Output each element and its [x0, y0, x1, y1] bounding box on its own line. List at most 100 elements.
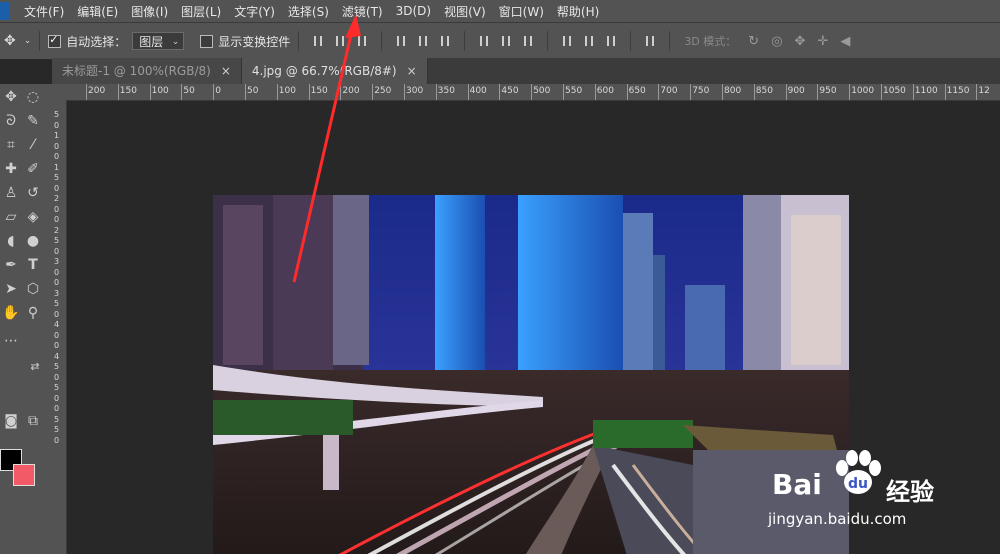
screen-mode-icon[interactable]: ⧉: [22, 410, 44, 432]
move-tool-icon[interactable]: ✥: [0, 86, 22, 108]
menu-type[interactable]: 文字(Y): [234, 3, 275, 20]
rotate-3d-icon[interactable]: ↻: [748, 34, 759, 49]
pen-tool-icon[interactable]: ✒: [0, 254, 22, 276]
ruler-tick: [626, 84, 628, 100]
ruler-tick-label: 450: [501, 86, 519, 96]
show-transform-checkbox[interactable]: [200, 34, 214, 48]
align-top-icon[interactable]: [312, 34, 324, 48]
ruler-tick-label: 150: [310, 86, 328, 96]
ruler-tick-label: 950: [819, 86, 837, 96]
auto-select-dropdown[interactable]: 图层 ⌄: [132, 32, 185, 50]
background-color-swatch[interactable]: [13, 464, 35, 486]
distribute-left-icon[interactable]: [561, 34, 573, 48]
paint-bucket-tool-icon[interactable]: ◈: [22, 206, 44, 228]
ruler-tick-label: 50: [247, 86, 259, 96]
eraser-tool-icon[interactable]: ▱: [0, 206, 22, 228]
close-icon[interactable]: ×: [407, 64, 417, 78]
ruler-tick: [881, 84, 882, 100]
menu-filter[interactable]: 滤镜(T): [342, 3, 383, 20]
tools-panel: ✥ ◌ ᘐ ✎ ⌗ ⁄ ✚ ✐ ♙ ↺ ▱ ◈ ◖ ● ✒ T ➤ ⬡ ✋ ⚲ …: [0, 84, 53, 554]
ruler-tick: [117, 84, 119, 100]
history-brush-tool-icon[interactable]: ↺: [22, 182, 44, 204]
align-horizontal-center-icon[interactable]: [417, 34, 429, 48]
ruler-tick: [817, 84, 819, 100]
ruler-tick-label: 1100: [914, 86, 938, 96]
move-tool-icon[interactable]: ✥: [4, 33, 16, 49]
ruler-tick: [276, 84, 278, 100]
align-bottom-icon[interactable]: [356, 34, 368, 48]
healing-brush-tool-icon[interactable]: ✚: [0, 158, 22, 180]
ruler-tick-label: 150: [119, 86, 137, 96]
distribute-right-icon[interactable]: [605, 34, 617, 48]
ruler-tick-label: 1: [54, 131, 60, 140]
ruler-tick-label: 4: [54, 351, 60, 361]
auto-select-checkbox[interactable]: [48, 33, 62, 48]
ruler-tick-label: 200: [342, 86, 360, 96]
ruler-tick-label: 0: [54, 404, 60, 413]
auto-align-icon[interactable]: [644, 34, 656, 48]
ruler-tick: [531, 84, 533, 100]
close-icon[interactable]: ×: [221, 64, 231, 78]
menu-file[interactable]: 文件(F): [24, 3, 64, 20]
distribute-top-icon[interactable]: [478, 34, 490, 48]
clone-stamp-tool-icon[interactable]: ♙: [0, 182, 22, 204]
blur-tool-icon[interactable]: ◖: [0, 230, 22, 252]
tab-untitled[interactable]: 未标题-1 @ 100%(RGB/8) ×: [52, 58, 242, 84]
ruler-tick: [404, 84, 405, 100]
chevron-down-icon[interactable]: ⌄: [24, 36, 32, 46]
crop-tool-icon[interactable]: ⌗: [0, 134, 22, 156]
ruler-tick-label: 100: [151, 86, 169, 96]
ruler-tick-label: 3: [54, 257, 60, 266]
brush-tool-icon[interactable]: ✐: [22, 158, 44, 180]
menu-edit[interactable]: 编辑(E): [77, 3, 118, 20]
ruler-tick-label: 0: [54, 267, 60, 277]
path-select-tool-icon[interactable]: ➤: [0, 278, 22, 300]
distribute-vertical-center-icon[interactable]: [500, 34, 512, 48]
menu-3d[interactable]: 3D(D): [396, 4, 431, 18]
shape-tool-icon[interactable]: ⬡: [22, 278, 44, 300]
tab-4jpg[interactable]: 4.jpg @ 66.7%(RGB/8#) ×: [241, 58, 428, 84]
quick-select-tool-icon[interactable]: ✎: [22, 110, 44, 132]
ruler-tick-label: 5: [54, 173, 60, 182]
roll-3d-icon[interactable]: ◎: [771, 34, 782, 49]
lasso-tool-icon[interactable]: ᘐ: [0, 110, 22, 132]
photoshop-logo-icon[interactable]: [0, 2, 10, 20]
distribute-horizontal-center-icon[interactable]: [583, 34, 595, 48]
ruler-tick-label: 300: [406, 86, 424, 96]
align-vertical-center-icon[interactable]: [334, 34, 346, 48]
marquee-tool-icon[interactable]: ◌: [22, 86, 44, 108]
ruler-tick-label: 0: [54, 341, 60, 350]
ruler-tick-label: 0: [54, 372, 60, 382]
city-night-photo[interactable]: [213, 195, 849, 554]
auto-select-label: 自动选择：: [66, 34, 127, 49]
scale-3d-icon[interactable]: ◀: [840, 34, 850, 49]
divider: [381, 31, 383, 51]
chevron-down-icon: ⌄: [171, 37, 180, 47]
paw-icon: du: [836, 450, 881, 494]
ruler-tick: [149, 84, 151, 100]
menu-view[interactable]: 视图(V): [444, 3, 486, 20]
quick-mask-icon[interactable]: ◙: [0, 410, 22, 432]
baidu-watermark: du Bai 经验 jingyan.baidu.com: [768, 450, 978, 542]
menu-image[interactable]: 图像(I): [131, 3, 168, 20]
more-tools-icon[interactable]: ⋯: [0, 330, 22, 352]
swap-colors-icon[interactable]: ⇄: [24, 356, 46, 378]
ruler-tick-label: 4: [54, 320, 60, 329]
type-tool-icon[interactable]: T: [22, 254, 44, 276]
eyedropper-tool-icon[interactable]: ⁄: [22, 134, 44, 156]
ruler-tick-label: 2: [54, 225, 60, 235]
ruler-tick-label: 0: [54, 309, 60, 319]
ruler-tick: [308, 84, 310, 100]
align-left-icon[interactable]: [395, 34, 407, 48]
menu-help[interactable]: 帮助(H): [557, 3, 599, 20]
dodge-tool-icon[interactable]: ●: [22, 230, 44, 252]
slide-3d-icon[interactable]: ✛: [817, 34, 828, 49]
menu-window[interactable]: 窗口(W): [499, 3, 544, 20]
align-right-icon[interactable]: [439, 34, 451, 48]
menu-layer[interactable]: 图层(L): [181, 3, 221, 20]
hand-tool-icon[interactable]: ✋: [0, 302, 22, 324]
drag-3d-icon[interactable]: ✥: [795, 34, 806, 49]
zoom-tool-icon[interactable]: ⚲: [22, 302, 44, 324]
distribute-bottom-icon[interactable]: [522, 34, 534, 48]
menu-select[interactable]: 选择(S): [288, 3, 329, 20]
